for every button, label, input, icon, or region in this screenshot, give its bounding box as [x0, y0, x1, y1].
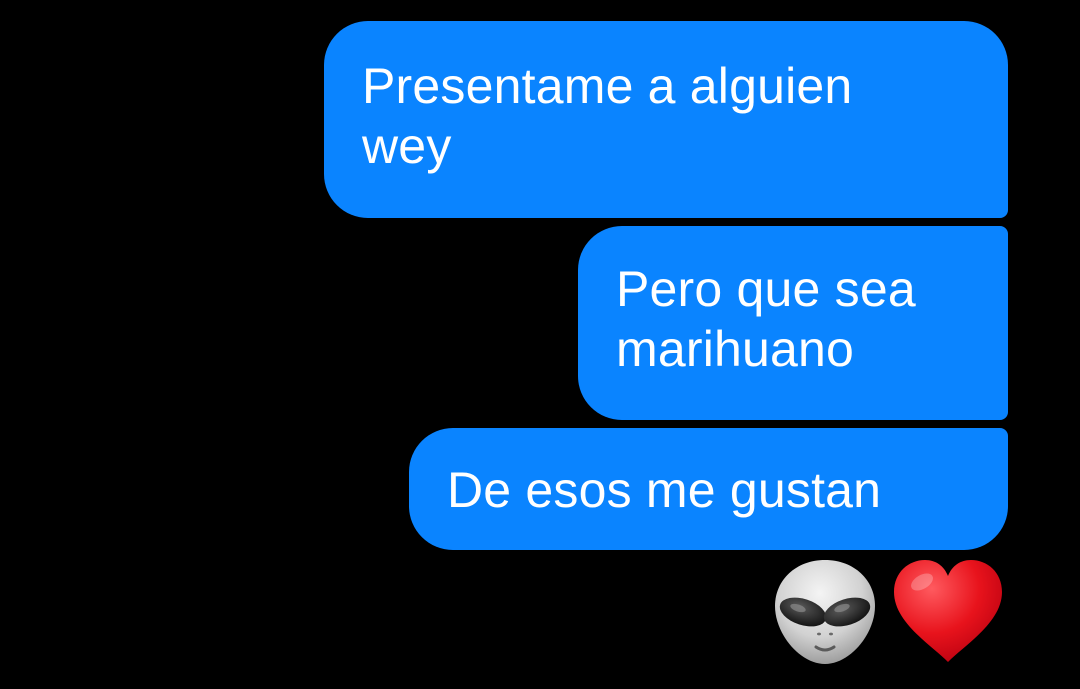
message-text: Presentame a alguien	[362, 58, 853, 114]
message-bubble[interactable]: Presentame a alguien wey	[324, 21, 1008, 218]
message-text: Pero que sea	[616, 261, 916, 317]
message-bubble[interactable]: Pero que sea marihuano	[578, 226, 1008, 420]
chat-thread: Presentame a alguien wey Pero que sea ma…	[0, 0, 1080, 689]
alien-icon	[772, 556, 878, 673]
message-bubble[interactable]: De esos me gustan	[409, 428, 1008, 550]
message-text: De esos me gustan	[447, 462, 882, 518]
message-text: wey	[362, 118, 452, 174]
message-text: marihuano	[616, 321, 855, 377]
red-heart-icon	[890, 556, 1006, 673]
emoji-message[interactable]	[760, 558, 1006, 670]
